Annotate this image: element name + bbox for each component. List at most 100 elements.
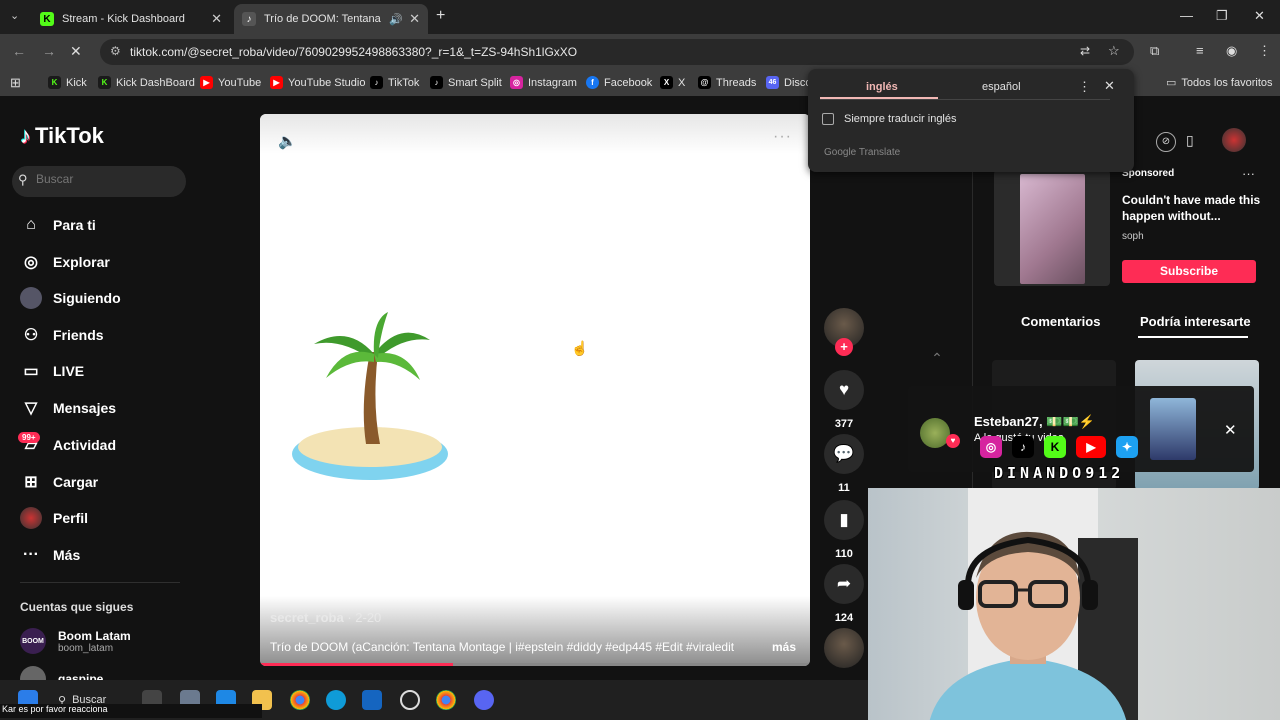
save-button[interactable]: ▮ 110	[824, 500, 864, 560]
bookmark-label: Instagram	[528, 76, 577, 89]
instagram-icon: ◎	[980, 436, 1002, 458]
account-avatar[interactable]	[1222, 128, 1246, 152]
bookmark-kick[interactable]: K Kick	[48, 76, 87, 89]
tab-podria-interesarte[interactable]: Podría interesarte	[1140, 314, 1251, 329]
video-author[interactable]: secret_roba · 2-20	[270, 610, 381, 625]
nav-perfil[interactable]: Perfil	[20, 504, 88, 532]
nav-label: Mensajes	[53, 400, 117, 416]
comment-button[interactable]: 💬 11	[824, 434, 864, 494]
folder-icon: ▭	[1166, 77, 1177, 89]
video-more-icon[interactable]: ···	[773, 128, 792, 146]
translate-more-icon[interactable]: ⋮	[1078, 79, 1091, 95]
messages-icon: ▽	[24, 400, 38, 417]
tab-source-language[interactable]: inglés	[866, 81, 898, 93]
nav-live[interactable]: ▭ LIVE	[20, 357, 84, 385]
sponsored-title[interactable]: Couldn't have made this happen without..…	[1122, 192, 1262, 224]
following-name: Boom Latam	[58, 628, 131, 643]
nav-siguiendo[interactable]: Siguiendo	[20, 284, 121, 312]
site-info-icon[interactable]: ⚙	[110, 44, 121, 58]
all-bookmarks-label: Todos los favoritos	[1181, 76, 1273, 89]
bookmark-facebook[interactable]: f Facebook	[586, 76, 652, 89]
bookmark-discord[interactable]: 46 Disco	[766, 76, 812, 89]
share-button[interactable]: ➦ 124	[824, 564, 864, 624]
like-button[interactable]: ♥ 377	[824, 370, 864, 430]
omnibox[interactable]: ⚙ tiktok.com/@secret_roba/video/76090299…	[100, 39, 1134, 65]
coin-icon[interactable]: ⊘	[1156, 132, 1176, 152]
edge-icon[interactable]	[326, 690, 346, 710]
translate-icon[interactable]: ⇄	[1080, 44, 1090, 58]
sponsored-thumbnail[interactable]	[1020, 174, 1085, 284]
menu-icon[interactable]: ⋮	[1258, 43, 1271, 59]
mail-icon[interactable]	[362, 690, 382, 710]
extensions-icon[interactable]: ⧉	[1150, 43, 1159, 59]
logo-text: TikTok	[35, 123, 104, 148]
tab-target-language[interactable]: español	[982, 81, 1021, 93]
sound-avatar-button[interactable]	[824, 628, 864, 668]
social-icons-overlay: ◎ ♪ K ▶ ✦	[980, 436, 1138, 458]
always-translate-checkbox[interactable]	[822, 113, 834, 125]
nav-mas[interactable]: ··· Más	[20, 541, 80, 569]
media-control-icon[interactable]: ≡	[1196, 43, 1204, 58]
obs-icon[interactable]	[400, 690, 420, 710]
close-icon[interactable]: ✕	[1104, 78, 1115, 94]
apps-icon[interactable]: ⊞	[10, 75, 21, 91]
all-bookmarks[interactable]: ▭ Todos los favoritos	[1166, 76, 1273, 90]
bookmark-tiktok[interactable]: ♪ TikTok	[370, 76, 419, 89]
bookmark-star-icon[interactable]: ☆	[1108, 43, 1120, 59]
nav-explorar[interactable]: ◎ Explorar	[20, 248, 110, 276]
nav-cargar[interactable]: ⊞ Cargar	[20, 468, 98, 496]
tab-search-icon[interactable]: ⌄	[10, 9, 19, 22]
search-input[interactable]	[36, 172, 176, 186]
follow-plus-icon[interactable]: +	[835, 338, 853, 356]
streamer-name-overlay: DINANDO912	[994, 464, 1125, 482]
tab-comentarios[interactable]: Comentarios	[1021, 314, 1100, 329]
chrome-icon[interactable]	[290, 690, 310, 710]
tiktok-logo[interactable]: ♪ TikTok	[20, 123, 104, 149]
subscribe-button[interactable]: Subscribe	[1122, 260, 1256, 283]
chrome-icon[interactable]	[436, 690, 456, 710]
minimize-icon[interactable]: —	[1180, 8, 1193, 23]
profile-icon[interactable]: ◉	[1226, 43, 1237, 59]
close-tab-icon[interactable]: ✕	[211, 11, 222, 27]
following-item[interactable]: BOOM Boom Latam boom_latam	[20, 628, 131, 654]
forward-icon[interactable]: →	[42, 43, 56, 59]
share-icon: ➦	[824, 564, 864, 604]
video-date: · 2-20	[343, 610, 382, 625]
bookmark-kick-dashboard[interactable]: K Kick DashBoard	[98, 76, 195, 89]
nav-friends[interactable]: ⚇ Friends	[20, 321, 104, 349]
caption-more-button[interactable]: más	[772, 640, 796, 654]
audio-icon[interactable]: 🔊	[389, 13, 403, 26]
close-window-icon[interactable]: ✕	[1254, 8, 1265, 24]
nav-label: Siguiendo	[53, 290, 121, 306]
search-box[interactable]: ⚲	[12, 166, 186, 197]
url-text: tiktok.com/@secret_roba/video/7609029952…	[130, 45, 578, 59]
nav-label: Para ti	[53, 217, 96, 233]
back-icon[interactable]: ←	[12, 43, 26, 59]
video-progress-bar[interactable]	[260, 663, 810, 666]
nav-para-ti[interactable]: ⌂ Para ti	[20, 211, 96, 239]
following-heading: Cuentas que sigues	[20, 600, 134, 614]
new-tab-icon[interactable]: +	[436, 7, 445, 25]
translate-provider: Google Translate	[824, 147, 901, 158]
bookmark-instagram[interactable]: ◎ Instagram	[510, 76, 577, 89]
active-tab-indicator	[1138, 336, 1248, 338]
stop-reload-icon[interactable]: ✕	[70, 43, 82, 60]
bookmark-x[interactable]: XX	[660, 76, 685, 89]
tab-kick-dashboard[interactable]: K Stream - Kick Dashboard ✕	[32, 4, 230, 34]
bookmark-youtube-studio[interactable]: ▶ YouTube Studio	[270, 76, 365, 89]
share-count: 124	[834, 612, 854, 624]
volume-icon[interactable]: 🔈	[278, 132, 297, 150]
restore-icon[interactable]: ❐	[1216, 8, 1228, 24]
discord-icon[interactable]	[474, 690, 494, 710]
nav-mensajes[interactable]: ▽ Mensajes	[20, 394, 116, 422]
bookmark-youtube[interactable]: ▶ YouTube	[200, 76, 261, 89]
device-icon[interactable]: ▯	[1186, 132, 1194, 149]
tab-tiktok-video[interactable]: ♪ Trío de DOOM: Tentana Mo 🔊 ✕	[234, 4, 428, 34]
close-icon[interactable]: ✕	[1224, 421, 1237, 439]
bookmark-threads[interactable]: @ Threads	[698, 76, 756, 89]
bookmark-smart-split[interactable]: ♪ Smart Split	[430, 76, 502, 89]
previous-video-icon[interactable]: ⌃	[917, 350, 957, 378]
sponsored-more-icon[interactable]: ···	[1242, 166, 1255, 181]
video-player[interactable]: 🔈 ··· ☝ secret_roba · 2-20 Trío de DOOM …	[260, 114, 810, 666]
close-tab-icon[interactable]: ✕	[409, 11, 420, 27]
